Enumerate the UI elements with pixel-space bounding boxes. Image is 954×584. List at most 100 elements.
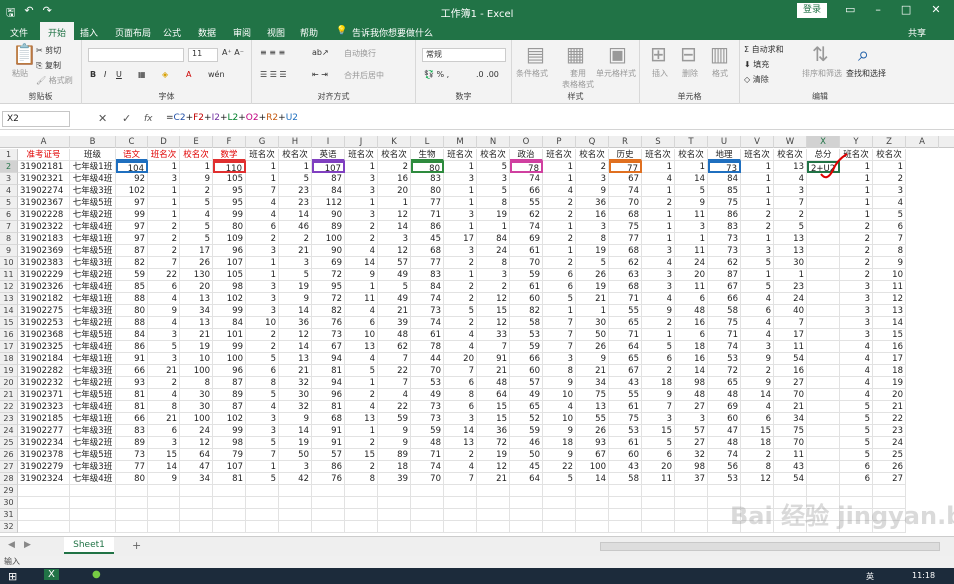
table-cell[interactable]: 4 — [741, 329, 774, 341]
table-cell[interactable] — [70, 521, 116, 533]
table-cell[interactable]: 3 — [576, 221, 609, 233]
table-cell[interactable]: 20 — [873, 389, 906, 401]
row-header[interactable]: 11 — [0, 269, 18, 281]
table-cell[interactable]: 七年级3班 — [70, 365, 116, 377]
tab-formulas[interactable]: 公式 — [163, 26, 181, 39]
table-cell[interactable]: 3 — [543, 353, 576, 365]
number-format-select[interactable]: 常规 — [422, 48, 506, 62]
table-cell[interactable]: 31902274 — [18, 185, 70, 197]
table-cell[interactable]: 7 — [543, 341, 576, 353]
column-header-t[interactable]: T — [675, 136, 708, 148]
column-header-p[interactable]: P — [543, 136, 576, 148]
table-cell[interactable]: 4 — [345, 353, 378, 365]
table-cell[interactable]: 11 — [873, 281, 906, 293]
table-cell[interactable]: 89 — [378, 449, 411, 461]
table-cell[interactable]: 34 — [774, 413, 807, 425]
table-cell[interactable] — [213, 521, 246, 533]
table-cell[interactable]: 5 — [345, 365, 378, 377]
table-cell[interactable]: 4 — [774, 173, 807, 185]
table-cell[interactable]: 102 — [213, 413, 246, 425]
row-header[interactable]: 10 — [0, 257, 18, 269]
column-header-z[interactable]: Z — [873, 136, 906, 148]
table-cell[interactable]: 2 — [345, 437, 378, 449]
table-cell[interactable]: 1 — [148, 197, 180, 209]
table-cell[interactable]: 99 — [213, 209, 246, 221]
table-cell[interactable]: 61 — [609, 437, 642, 449]
table-cell[interactable]: 13 — [279, 353, 312, 365]
row-header[interactable]: 12 — [0, 281, 18, 293]
table-cell[interactable]: 68 — [609, 209, 642, 221]
excel-taskbar-icon[interactable]: X — [44, 569, 59, 580]
table-cell[interactable]: 2 — [345, 461, 378, 473]
table-cell[interactable]: 80 — [116, 305, 148, 317]
tell-me-search[interactable]: 告诉我你想要做什么 — [352, 26, 433, 39]
table-cell[interactable]: 9 — [642, 389, 675, 401]
table-cell[interactable]: 17 — [873, 353, 906, 365]
table-cell[interactable]: 96 — [213, 365, 246, 377]
table-cell[interactable]: 5 — [543, 293, 576, 305]
table-cell[interactable]: 18 — [873, 365, 906, 377]
table-cell[interactable]: 19 — [180, 341, 213, 353]
table-cell[interactable]: 31902369 — [18, 245, 70, 257]
table-cell[interactable]: 3 — [840, 281, 873, 293]
table-cell[interactable]: 1 — [543, 161, 576, 173]
table-cell[interactable]: 34 — [180, 473, 213, 485]
table-cell[interactable]: 4 — [345, 401, 378, 413]
table-cell[interactable]: 42 — [279, 473, 312, 485]
table-cell[interactable]: 7 — [444, 365, 477, 377]
table-cell[interactable]: 14 — [675, 173, 708, 185]
table-cell[interactable] — [246, 497, 279, 509]
table-cell[interactable] — [807, 341, 840, 353]
table-cell[interactable]: 31902277 — [18, 425, 70, 437]
table-cell[interactable] — [807, 209, 840, 221]
table-cell[interactable]: 74 — [510, 173, 543, 185]
table-cell[interactable]: 七年级5班 — [70, 245, 116, 257]
table-cell[interactable]: 3 — [477, 173, 510, 185]
table-cell[interactable]: 14 — [279, 305, 312, 317]
table-cell[interactable]: 18 — [378, 461, 411, 473]
table-cell[interactable]: 98 — [675, 377, 708, 389]
cell-styles-icon[interactable]: ▣ — [608, 44, 627, 64]
table-cell[interactable] — [246, 509, 279, 521]
table-cell[interactable]: 10 — [345, 329, 378, 341]
table-cell[interactable]: 2 — [543, 209, 576, 221]
column-title-cell[interactable]: 班名次 — [246, 149, 279, 161]
table-cell[interactable]: 5 — [477, 185, 510, 197]
table-cell[interactable]: 11 — [774, 341, 807, 353]
table-cell[interactable] — [312, 497, 345, 509]
table-cell[interactable]: 100 — [180, 365, 213, 377]
table-cell[interactable]: 48 — [378, 329, 411, 341]
table-cell[interactable]: 1 — [246, 269, 279, 281]
table-cell[interactable]: 5 — [675, 185, 708, 197]
table-cell[interactable]: 4 — [642, 173, 675, 185]
column-header-k[interactable]: K — [378, 136, 411, 148]
table-cell[interactable]: 10 — [180, 353, 213, 365]
table-cell[interactable]: 14 — [279, 341, 312, 353]
table-cell[interactable]: 53 — [510, 329, 543, 341]
table-cell[interactable]: 20 — [378, 185, 411, 197]
table-cell[interactable]: 1 — [741, 161, 774, 173]
table-cell[interactable]: 1 — [345, 161, 378, 173]
table-cell[interactable]: 26 — [576, 341, 609, 353]
table-cell[interactable]: 22 — [873, 413, 906, 425]
table-cell[interactable] — [807, 473, 840, 485]
table-cell[interactable]: 98 — [675, 461, 708, 473]
table-cell[interactable] — [807, 269, 840, 281]
table-cell[interactable] — [116, 521, 148, 533]
table-cell[interactable] — [411, 485, 444, 497]
table-cell[interactable]: 31902182 — [18, 293, 70, 305]
row-header[interactable]: 23 — [0, 413, 18, 425]
column-header-w[interactable]: W — [774, 136, 807, 148]
table-cell[interactable]: 5 — [642, 437, 675, 449]
table-cell[interactable]: 57 — [378, 257, 411, 269]
table-cell[interactable]: 七年级5班 — [70, 329, 116, 341]
table-cell[interactable]: 3 — [378, 233, 411, 245]
row-header[interactable]: 24 — [0, 425, 18, 437]
table-cell[interactable]: 6 — [741, 305, 774, 317]
table-cell[interactable] — [807, 413, 840, 425]
table-cell[interactable]: 1 — [642, 221, 675, 233]
input-language[interactable]: 英 — [866, 571, 874, 582]
table-cell[interactable]: 七年级1班 — [70, 413, 116, 425]
table-cell[interactable]: 31902279 — [18, 461, 70, 473]
paste-button[interactable]: 粘贴 — [12, 68, 28, 79]
